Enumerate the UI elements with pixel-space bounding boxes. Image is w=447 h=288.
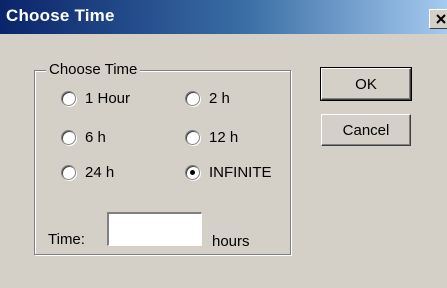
radio-label[interactable]: 24 h: [85, 164, 114, 181]
radio-2-hours[interactable]: 2 h: [185, 90, 230, 107]
radio-label[interactable]: 1 Hour: [85, 90, 130, 107]
radio-24-hours[interactable]: 24 h: [61, 164, 114, 181]
time-input[interactable]: [107, 212, 202, 246]
radio-12-hours[interactable]: 12 h: [185, 129, 238, 146]
close-icon: [436, 14, 446, 24]
radio-6-hours[interactable]: 6 h: [61, 129, 106, 146]
cancel-button[interactable]: Cancel: [321, 114, 411, 146]
radio-button[interactable]: [61, 91, 76, 106]
radio-label[interactable]: 2 h: [209, 90, 230, 107]
radio-1-hour[interactable]: 1 Hour: [61, 90, 130, 107]
radio-button[interactable]: [185, 130, 200, 145]
radio-label[interactable]: 12 h: [209, 129, 238, 146]
ok-button[interactable]: OK: [320, 67, 412, 101]
radio-dot: [190, 170, 195, 175]
hours-unit-label: hours: [212, 233, 250, 250]
radio-button[interactable]: [185, 91, 200, 106]
close-button[interactable]: [429, 9, 447, 29]
radio-label[interactable]: INFINITE: [209, 164, 272, 181]
choose-time-dialog: Choose Time Choose Time 1 Hour 2 h 6 h 1…: [0, 0, 447, 288]
groupbox-label: Choose Time: [46, 61, 141, 78]
radio-infinite[interactable]: INFINITE: [185, 164, 272, 181]
radio-button[interactable]: [185, 165, 200, 180]
time-label: Time:: [48, 231, 85, 248]
radio-button[interactable]: [61, 130, 76, 145]
title-bar[interactable]: Choose Time: [0, 0, 447, 34]
window-title: Choose Time: [6, 6, 115, 25]
radio-button[interactable]: [61, 165, 76, 180]
radio-label[interactable]: 6 h: [85, 129, 106, 146]
